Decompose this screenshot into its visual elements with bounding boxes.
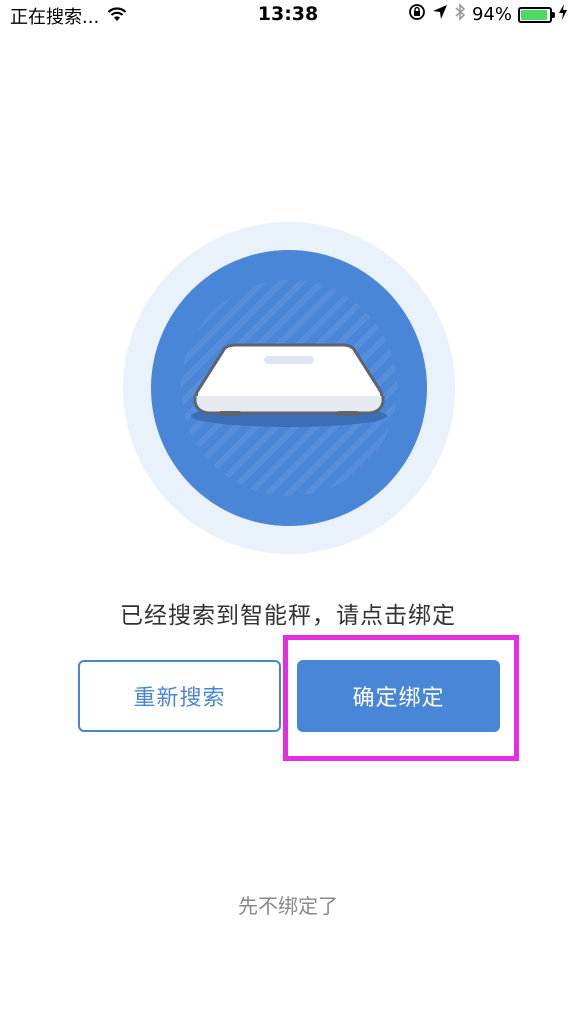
status-bar-left: 正在搜索...	[10, 3, 127, 29]
charging-icon	[558, 4, 568, 25]
battery-percent: 94%	[471, 4, 512, 25]
battery-icon	[518, 6, 555, 23]
rotation-lock-icon	[408, 3, 426, 26]
skip-binding-link[interactable]: 先不绑定了	[0, 890, 576, 919]
smart-scale-icon	[191, 343, 387, 427]
rescan-button-label: 重新搜索	[133, 686, 226, 711]
illustration-disc	[151, 250, 427, 526]
wifi-icon	[107, 6, 127, 27]
bluetooth-icon	[454, 3, 466, 26]
rescan-button[interactable]: 重新搜索	[78, 660, 281, 732]
status-carrier-text: 正在搜索...	[10, 7, 100, 28]
status-bar: 正在搜索... 13:38 94%	[0, 0, 576, 30]
location-icon	[432, 4, 448, 25]
confirm-bind-button[interactable]: 确定绑定	[297, 660, 500, 732]
prompt-text: 已经搜索到智能秤，请点击绑定	[120, 603, 456, 629]
confirm-bind-button-label: 确定绑定	[352, 686, 445, 711]
status-bar-right: 94%	[408, 3, 568, 26]
